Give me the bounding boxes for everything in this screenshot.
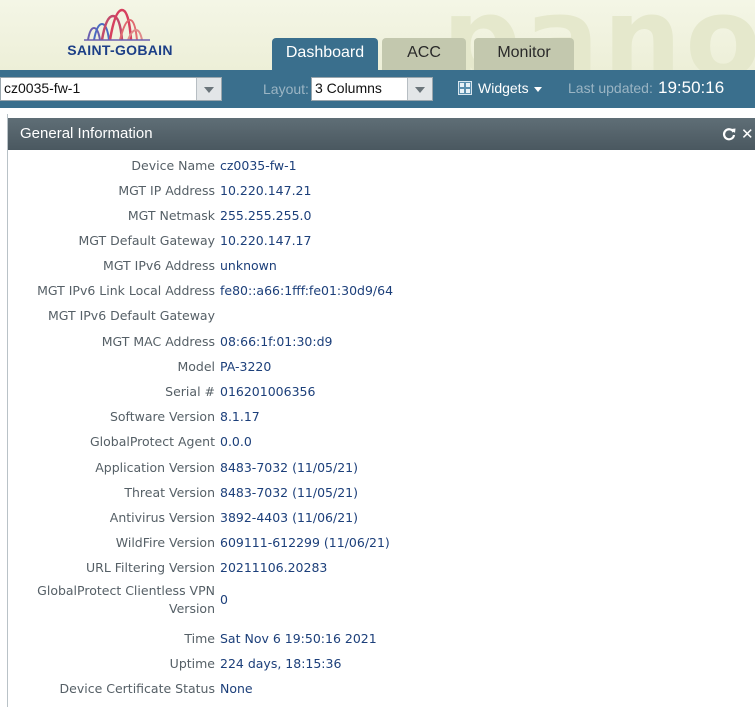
info-row: MGT Default Gateway 10.220.147.17	[8, 229, 748, 253]
widgets-label: Widgets	[478, 80, 529, 96]
widget-title: General Information	[20, 125, 153, 142]
info-value: 224 days, 18:15:36	[220, 656, 342, 671]
tab-monitor[interactable]: Monitor	[474, 38, 574, 70]
info-value: Sat Nov 6 19:50:16 2021	[220, 631, 377, 646]
info-value: 20211106.20283	[220, 560, 328, 575]
info-row: Threat Version 8483-7032 (11/05/21)	[8, 481, 748, 505]
tab-dashboard[interactable]: Dashboard	[272, 38, 378, 70]
info-label: MGT MAC Address	[101, 334, 215, 349]
info-row: Software Version 8.1.17	[8, 405, 748, 429]
info-label: Uptime	[169, 656, 215, 671]
info-label: Antivirus Version	[109, 510, 215, 525]
info-value: fe80::a66:1fff:fe01:30d9/64	[220, 283, 394, 298]
info-row: MGT IP Address 10.220.147.21	[8, 179, 748, 203]
info-row: MGT Netmask 255.255.255.0	[8, 204, 748, 228]
info-value: 10.220.147.17	[220, 233, 312, 248]
info-value: 0.0.0	[220, 434, 252, 449]
info-row: Device Certificate Status None	[8, 677, 748, 701]
info-label: Serial #	[165, 384, 215, 399]
device-select[interactable]: cz0035-fw-1	[0, 77, 222, 101]
info-label: Time	[184, 631, 215, 646]
info-label: Threat Version	[124, 485, 215, 500]
widgets-grid-icon	[458, 81, 472, 95]
info-row: MGT IPv6 Link Local Address fe80::a66:1f…	[8, 279, 748, 303]
info-value: PA-3220	[220, 359, 272, 374]
info-value: unknown	[220, 258, 277, 273]
info-row: MGT IPv6 Default Gateway	[8, 304, 748, 328]
info-row: Serial # 016201006356	[8, 380, 748, 404]
info-value: cz0035-fw-1	[220, 158, 297, 173]
info-label: MGT IPv6 Default Gateway	[47, 308, 215, 323]
last-updated-label: Last updated:	[568, 80, 653, 96]
info-label: MGT Default Gateway	[78, 233, 216, 248]
info-label: MGT IPv6 Address	[103, 258, 215, 273]
info-row: GlobalProtect Clientless VPN Version 0	[8, 582, 748, 622]
info-value: 8483-7032 (11/05/21)	[220, 485, 359, 500]
info-value: 10.220.147.21	[220, 183, 312, 198]
info-value: 8483-7032 (11/05/21)	[220, 460, 359, 475]
logo-text: SAINT-GOBAIN	[67, 42, 173, 58]
info-row: GlobalProtect Agent 0.0.0	[8, 430, 748, 454]
layout-select-value: 3 Columns	[315, 80, 382, 96]
info-row: WildFire Version 609111-612299 (11/06/21…	[8, 531, 748, 555]
info-label: MGT IPv6 Link Local Address	[37, 283, 215, 298]
info-value: 3892-4403 (11/06/21)	[220, 510, 359, 525]
caret-down-icon	[534, 87, 542, 92]
info-value: 08:66:1f:01:30:d9	[220, 334, 333, 349]
info-row: MGT MAC Address 08:66:1f:01:30:d9	[8, 330, 748, 354]
info-label: Device Certificate Status	[59, 681, 215, 696]
info-label: Application Version	[95, 460, 215, 475]
info-row: Device Name cz0035-fw-1	[8, 154, 748, 178]
info-label: MGT Netmask	[127, 208, 215, 223]
chevron-down-icon[interactable]	[196, 78, 221, 100]
info-row: Application Version 8483-7032 (11/05/21)	[8, 456, 748, 480]
logo-arches-icon	[84, 8, 150, 41]
device-select-value: cz0035-fw-1	[4, 80, 81, 96]
layout-select[interactable]: 3 Columns	[311, 77, 433, 101]
info-label: MGT IP Address	[118, 183, 215, 198]
info-value: 255.255.255.0	[220, 208, 312, 223]
info-row: Model PA-3220	[8, 355, 748, 379]
info-row: MGT IPv6 Address unknown	[8, 254, 748, 278]
info-value: None	[220, 681, 253, 696]
widget-header: General Information ✕	[8, 118, 755, 150]
info-row: Antivirus Version 3892-4403 (11/06/21)	[8, 506, 748, 530]
tab-acc[interactable]: ACC	[382, 38, 466, 70]
info-label: URL Filtering Version	[86, 560, 215, 575]
info-label: GlobalProtect Agent	[89, 434, 215, 449]
info-label: Device Name	[131, 158, 215, 173]
info-label: Software Version	[109, 409, 215, 424]
info-row: Time Sat Nov 6 19:50:16 2021	[8, 627, 748, 651]
info-row: URL Filtering Version 20211106.20283	[8, 556, 748, 580]
info-value: 0	[220, 592, 228, 607]
info-label: WildFire Version	[115, 535, 215, 550]
general-information-widget: General Information ✕ Device Name cz0035…	[7, 114, 755, 707]
info-label: Model	[177, 359, 215, 374]
app-header: pano SAINT-GOBAIN Dashboard ACC Monitor	[0, 0, 755, 70]
company-logo: SAINT-GOBAIN	[60, 6, 180, 62]
info-label: GlobalProtect Clientless VPN Version	[37, 583, 215, 616]
info-value: 609111-612299 (11/06/21)	[220, 535, 390, 550]
last-updated-time: 19:50:16	[658, 78, 725, 97]
layout-label: Layout:	[263, 81, 309, 97]
refresh-icon[interactable]	[722, 127, 736, 141]
chevron-down-icon[interactable]	[407, 78, 432, 100]
info-value: 016201006356	[220, 384, 316, 399]
info-value: 8.1.17	[220, 409, 260, 424]
info-row: Uptime 224 days, 18:15:36	[8, 652, 748, 676]
dashboard-toolbar: cz0035-fw-1 Layout: 3 Columns Widgets La…	[0, 70, 755, 108]
close-icon[interactable]: ✕	[741, 126, 755, 142]
